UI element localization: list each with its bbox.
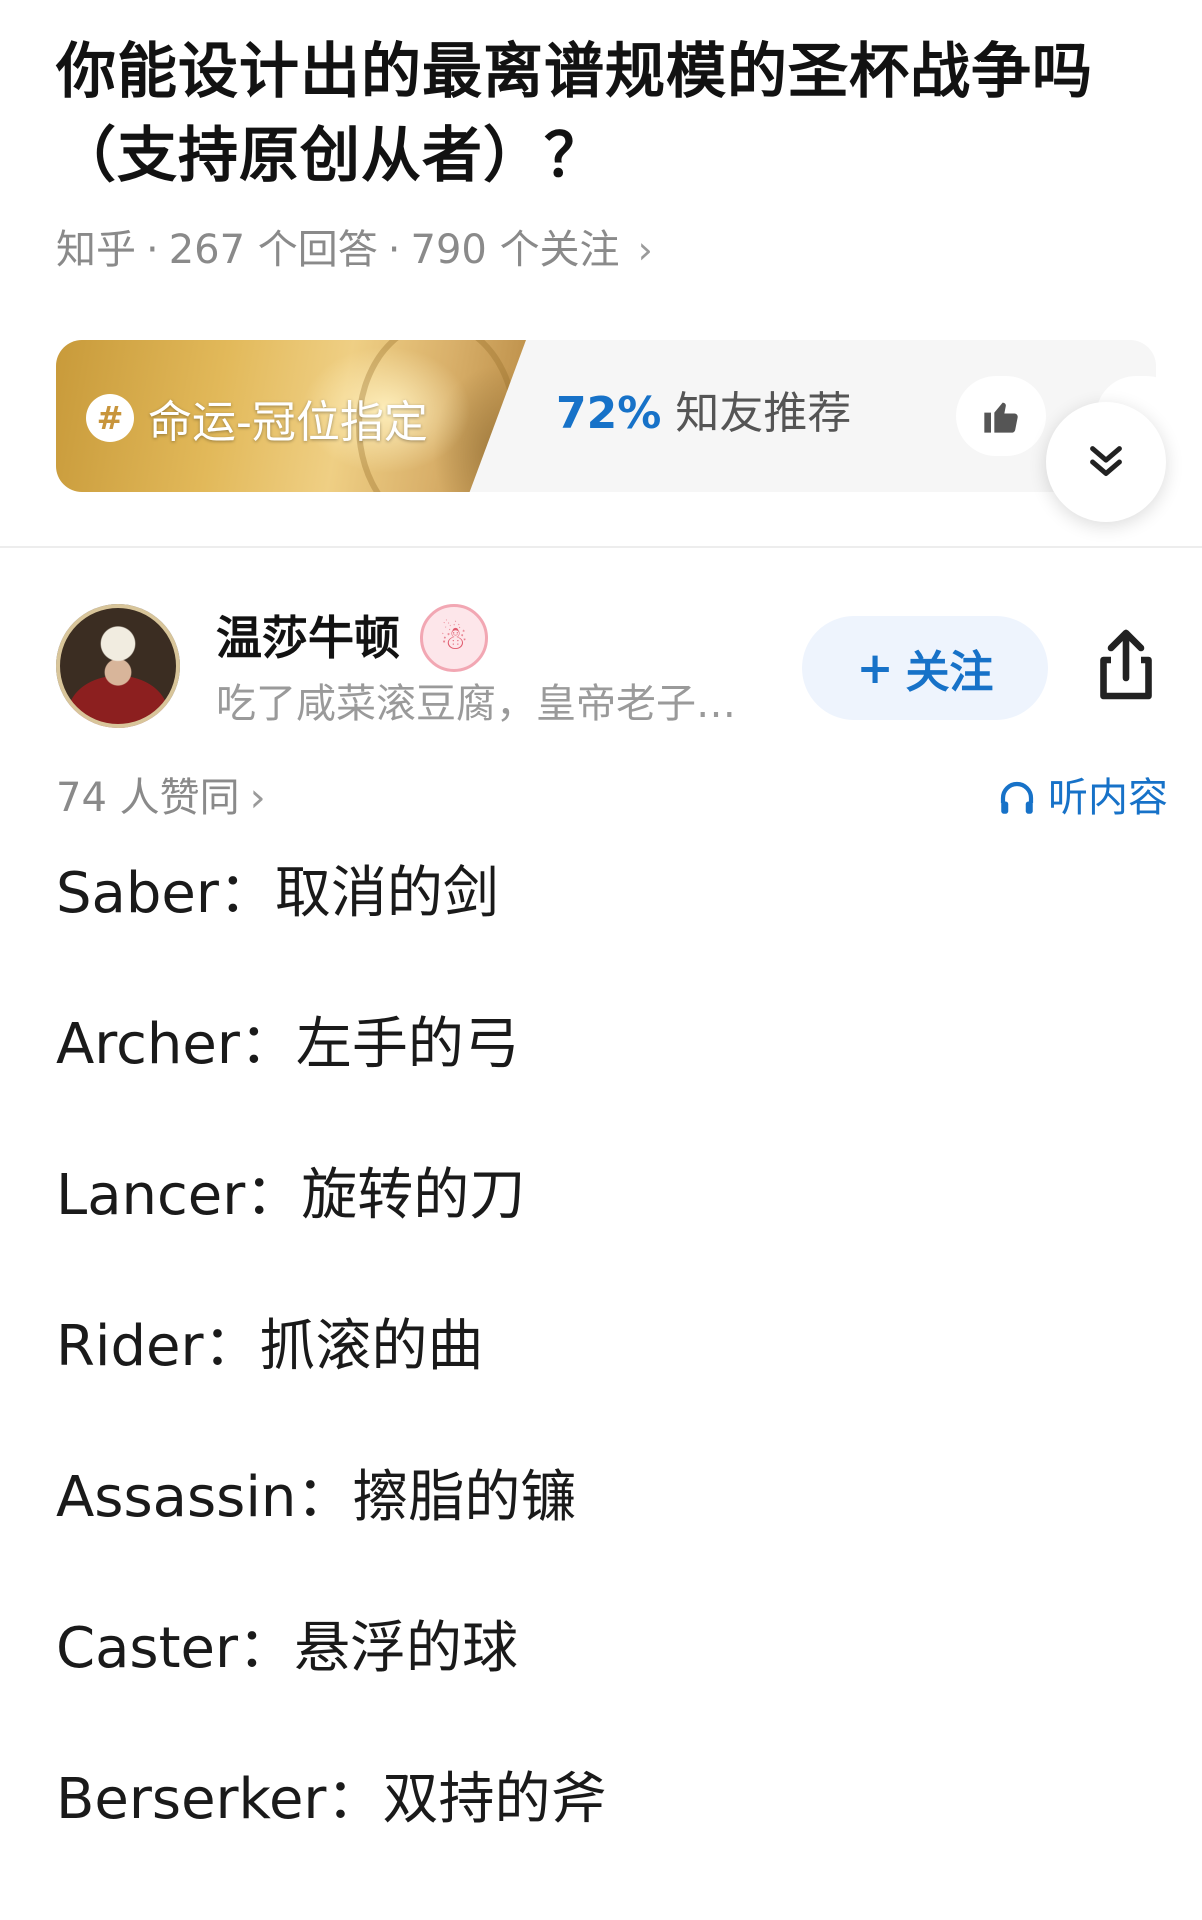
section-divider: [0, 546, 1202, 548]
agree-label: 74 人赞同: [56, 775, 240, 821]
thumbs-up-icon: [984, 402, 1018, 433]
follow-label: 关注: [905, 647, 994, 698]
recommend-like-button[interactable]: [956, 376, 1046, 456]
answer-line: Assassin：擦脂的镰: [56, 1465, 577, 1530]
answer-line: Caster：悬浮的球: [56, 1616, 519, 1681]
expand-button[interactable]: [1046, 402, 1166, 522]
double-chevron-down-icon: [1090, 446, 1122, 476]
topic-label: 命运-冠位指定: [148, 397, 428, 448]
recommend-label: 知友推荐: [675, 388, 852, 439]
meta-separator: ·: [387, 227, 401, 273]
chevron-right-icon: ›: [249, 775, 266, 821]
answer-count: 267 个回答: [168, 227, 378, 273]
answer-line: Rider：抓滚的曲: [56, 1314, 484, 1379]
author-name-row[interactable]: 温莎牛顿 ☃: [216, 604, 488, 672]
topic-banner[interactable]: # 命运-冠位指定 72% 知友推荐: [56, 340, 1156, 492]
answer-line: Berserker：双持的斧: [56, 1767, 607, 1832]
meta-separator: ·: [146, 227, 159, 273]
chevron-right-icon: ›: [637, 228, 653, 272]
answer-body: Saber：取消的剑 Archer：左手的弓 Lancer：旋转的刀 Rider…: [56, 856, 1156, 1913]
answer-line: Archer：左手的弓: [56, 1012, 520, 1077]
hash-icon: #: [86, 394, 134, 442]
follower-count: 790 个关注: [410, 227, 620, 273]
author-name: 温莎牛顿: [216, 611, 400, 665]
author-bio: 吃了咸菜滚豆腐，皇帝老子…: [216, 681, 736, 727]
question-meta[interactable]: 知乎 · 267 个回答 · 790 个关注 ›: [56, 222, 653, 278]
answer-line: Lancer：旋转的刀: [56, 1163, 526, 1228]
follow-button[interactable]: + 关注: [802, 616, 1048, 720]
headphones-icon: [1000, 781, 1034, 814]
plus-icon: +: [856, 642, 894, 694]
agree-count[interactable]: 74 人赞同 ›: [56, 770, 266, 826]
source-label: 知乎: [56, 227, 136, 273]
share-icon[interactable]: [1090, 626, 1162, 706]
author-avatar[interactable]: [56, 604, 180, 728]
topic-tag[interactable]: # 命运-冠位指定: [86, 386, 428, 450]
listen-label: 听内容: [1048, 775, 1168, 821]
snowman-badge-icon: ☃: [420, 604, 488, 672]
recommend-percent: 72%: [556, 388, 662, 439]
recommend-rate: 72% 知友推荐: [556, 386, 851, 442]
question-title: 你能设计出的最离谱规模的圣杯战争吗（支持原创从者）？: [56, 37, 1093, 191]
listen-button[interactable]: 听内容: [996, 770, 1168, 826]
answer-line: Saber：取消的剑: [56, 861, 499, 926]
